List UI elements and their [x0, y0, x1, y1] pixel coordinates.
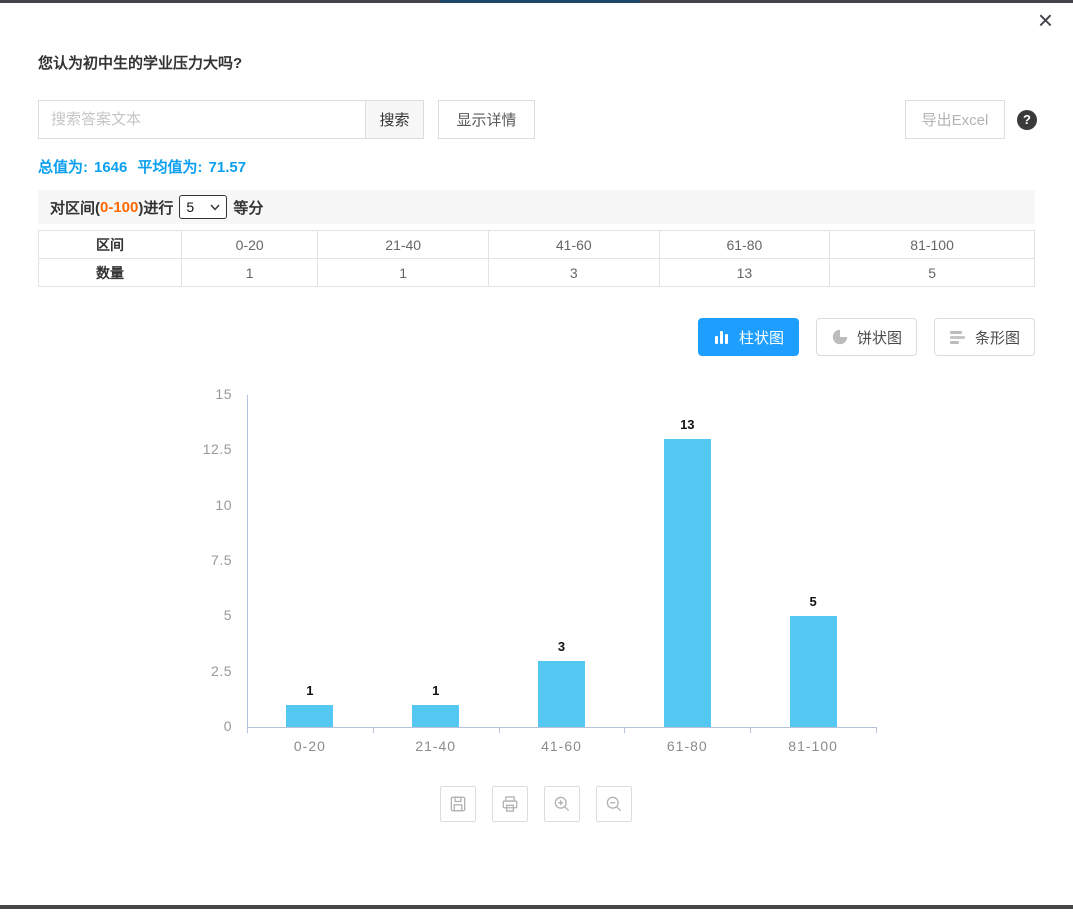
- table-cell: 81-100: [830, 231, 1035, 259]
- search-button[interactable]: 搜索: [365, 100, 424, 139]
- chart-bar: [412, 705, 459, 727]
- table-row: 数量113135: [39, 259, 1035, 287]
- search-row: 搜索 显示详情: [38, 100, 535, 139]
- bar-value-label: 1: [280, 683, 340, 698]
- table-cell: 5: [830, 259, 1035, 287]
- avg-value: 71.57: [209, 159, 247, 176]
- x-axis-tick: [373, 727, 374, 733]
- chart-toolbar: [440, 786, 632, 822]
- chart-bar: [538, 661, 585, 727]
- total-label: 总值为:: [38, 159, 88, 176]
- x-axis: [247, 727, 876, 728]
- x-axis-tick: [624, 727, 625, 733]
- interval-middle: )进行: [138, 197, 173, 218]
- y-axis-tick-label: 15: [152, 386, 232, 402]
- table-cell: 1: [318, 259, 489, 287]
- interval-prefix: 对区间(: [50, 197, 100, 218]
- window-top-edge-accent: [440, 0, 640, 3]
- tab-pie-chart-label: 饼状图: [857, 327, 902, 348]
- x-category-label: 61-80: [627, 738, 747, 754]
- x-axis-tick: [247, 727, 248, 733]
- x-category-label: 0-20: [250, 738, 370, 754]
- tab-hbar-chart-label: 条形图: [975, 327, 1020, 348]
- split-count-select[interactable]: 5: [179, 195, 227, 219]
- export-excel-button[interactable]: 导出Excel: [905, 100, 1005, 139]
- bar-value-label: 13: [657, 417, 717, 432]
- save-image-icon[interactable]: [440, 786, 476, 822]
- table-cell: 区间: [39, 231, 182, 259]
- y-axis-tick-label: 5: [152, 607, 232, 623]
- tab-bar-chart-label: 柱状图: [739, 327, 784, 348]
- stats-line: 总值为: 1646 平均值为: 71.57: [38, 156, 252, 177]
- interval-suffix: 等分: [233, 197, 263, 218]
- chart-bar: [664, 439, 711, 727]
- tab-hbar-chart[interactable]: 条形图: [934, 318, 1035, 356]
- window-top-edge: [0, 0, 1073, 3]
- interval-range: 0-100: [100, 199, 138, 216]
- chart-bar: [286, 705, 333, 727]
- split-count-value: 5: [186, 199, 194, 215]
- y-axis-tick-label: 12.5: [152, 441, 232, 457]
- bar-value-label: 5: [783, 594, 843, 609]
- x-category-label: 41-60: [502, 738, 622, 754]
- export-area: 导出Excel ?: [905, 100, 1037, 139]
- chevron-down-icon: [210, 204, 220, 211]
- x-category-label: 21-40: [376, 738, 496, 754]
- total-value: 1646: [94, 159, 127, 176]
- y-axis-tick-label: 0: [152, 718, 232, 734]
- bar-value-label: 3: [532, 639, 592, 654]
- question-title: 您认为初中生的学业压力大吗?: [38, 52, 242, 73]
- y-axis-tick-label: 10: [152, 497, 232, 513]
- bar-value-label: 1: [406, 683, 466, 698]
- survey-stats-modal: × 您认为初中生的学业压力大吗? 搜索 显示详情 导出Excel ? 总值为: 1…: [0, 0, 1073, 915]
- close-icon[interactable]: ×: [1032, 6, 1059, 34]
- interval-table: 区间0-2021-4041-6061-8081-100数量113135: [38, 230, 1035, 287]
- interval-settings-bar: 对区间(0-100)进行 5 等分: [38, 190, 1035, 224]
- y-axis: [247, 395, 248, 727]
- chart-type-tabs: 柱状图 饼状图 条形图: [698, 318, 1035, 356]
- interval-table-body: 区间0-2021-4041-6061-8081-100数量113135: [39, 231, 1035, 287]
- table-cell: 数量: [39, 259, 182, 287]
- bar-chart: 0 2.5 5 7.5 10 12.5 15 1 0-20 1 21-40 3 41-60 13 61-80…: [0, 380, 1073, 780]
- x-axis-tick: [876, 727, 877, 733]
- x-axis-tick: [499, 727, 500, 733]
- avg-label: 平均值为:: [138, 159, 203, 176]
- y-axis-tick-label: 2.5: [152, 663, 232, 679]
- search-input[interactable]: [38, 100, 365, 139]
- hbar-chart-icon: [949, 328, 967, 346]
- chart-bar: [790, 616, 837, 727]
- table-cell: 41-60: [488, 231, 659, 259]
- tab-bar-chart[interactable]: 柱状图: [698, 318, 799, 356]
- table-row: 区间0-2021-4041-6061-8081-100: [39, 231, 1035, 259]
- table-cell: 21-40: [318, 231, 489, 259]
- x-axis-tick: [750, 727, 751, 733]
- table-cell: 0-20: [182, 231, 318, 259]
- tab-pie-chart[interactable]: 饼状图: [816, 318, 917, 356]
- show-detail-button[interactable]: 显示详情: [438, 100, 535, 139]
- pie-chart-icon: [831, 328, 849, 346]
- table-cell: 61-80: [659, 231, 830, 259]
- zoom-out-icon[interactable]: [596, 786, 632, 822]
- print-icon[interactable]: [492, 786, 528, 822]
- window-bottom-edge: [0, 905, 1073, 909]
- x-category-label: 81-100: [753, 738, 873, 754]
- bar-chart-icon: [713, 328, 731, 346]
- table-cell: 3: [488, 259, 659, 287]
- table-cell: 1: [182, 259, 318, 287]
- help-icon[interactable]: ?: [1017, 110, 1037, 130]
- table-cell: 13: [659, 259, 830, 287]
- zoom-in-icon[interactable]: [544, 786, 580, 822]
- y-axis-tick-label: 7.5: [152, 552, 232, 568]
